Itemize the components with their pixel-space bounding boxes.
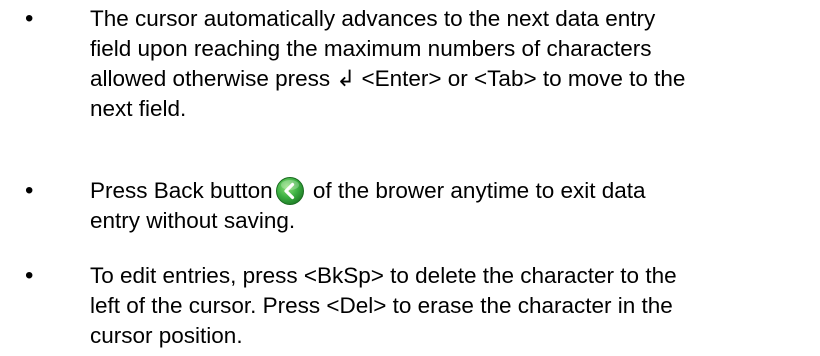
bullet-marker: • bbox=[25, 177, 34, 204]
instructions-document: • The cursor automatically advances to t… bbox=[0, 0, 820, 356]
instruction-line: left of the cursor. Press <Del> to erase… bbox=[90, 293, 673, 318]
instruction-text: To edit entries, press <BkSp> to delete … bbox=[90, 261, 810, 351]
instruction-line: Press Back button of the brower anytime … bbox=[90, 176, 810, 206]
instruction-line: entry without saving. bbox=[90, 208, 296, 233]
instruction-line: field upon reaching the maximum numbers … bbox=[90, 36, 652, 61]
instruction-line: allowed otherwise press ↲ <Enter> or <Ta… bbox=[90, 66, 686, 91]
instruction-text-before-icon: Press Back button bbox=[90, 178, 273, 203]
instruction-text: Press Back button of the brower anytime … bbox=[90, 176, 810, 236]
instruction-line: The cursor automatically advances to the… bbox=[90, 6, 656, 31]
back-button-icon bbox=[275, 177, 304, 205]
instruction-text-after-icon: of the brower anytime to exit data bbox=[306, 178, 646, 203]
instruction-line: next field. bbox=[90, 96, 187, 121]
bullet-marker: • bbox=[25, 5, 34, 32]
instruction-line: To edit entries, press <BkSp> to delete … bbox=[90, 263, 677, 288]
instruction-line: cursor position. bbox=[90, 323, 243, 348]
bullet-marker: • bbox=[25, 262, 34, 289]
instruction-text: The cursor automatically advances to the… bbox=[90, 4, 810, 124]
